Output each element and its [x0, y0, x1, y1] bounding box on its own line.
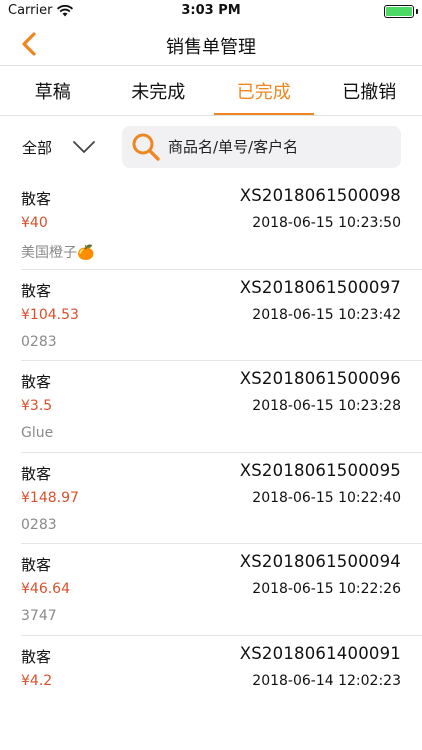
filter-selected-label: 全部	[22, 138, 53, 157]
filter-dropdown[interactable]: 全部	[14, 130, 102, 164]
tab-incomplete[interactable]: 未完成	[106, 66, 212, 115]
order-customer: 散客	[21, 464, 52, 483]
order-number: XS2018061500097	[239, 277, 401, 297]
order-row[interactable]: 散客 ¥104.53 0283 XS2018061500097 2018-06-…	[21, 270, 422, 361]
page-title: 销售单管理	[166, 37, 256, 58]
chevron-down-icon	[73, 141, 95, 153]
order-datetime: 2018-06-15 10:23:50	[252, 215, 401, 231]
order-row[interactable]: 散客 ¥3.5 Glue XS2018061500096 2018-06-15 …	[21, 361, 422, 453]
order-amount: ¥46.64	[21, 581, 70, 597]
order-row[interactable]: 散客 ¥46.64 3747 XS2018061500094 2018-06-1…	[21, 544, 422, 636]
order-note: 美国橙子🍊	[21, 245, 95, 261]
order-amount: ¥4.2	[21, 672, 53, 689]
status-time: 3:03 PM	[181, 3, 241, 18]
order-customer: 散客	[21, 373, 52, 391]
order-note: 3747	[21, 608, 57, 624]
filter-row: 全部	[0, 116, 422, 178]
order-note: Glue	[21, 425, 54, 441]
order-customer: 散客	[21, 190, 52, 208]
order-number: XS2018061400091	[239, 643, 401, 663]
order-number: XS2018061500096	[239, 369, 401, 388]
order-datetime: 2018-06-15 10:23:28	[252, 398, 401, 414]
order-amount: ¥40	[21, 215, 48, 231]
battery-icon	[384, 5, 414, 18]
nav-bar: 销售单管理	[0, 22, 422, 66]
order-note: 0283	[21, 333, 57, 350]
order-row[interactable]: 散客 ¥40 美国橙子🍊 XS2018061500098 2018-06-15 …	[21, 178, 422, 270]
order-note: 0283	[21, 516, 57, 533]
order-number: XS2018061500094	[239, 552, 401, 571]
order-amount: ¥148.97	[21, 489, 79, 506]
order-row[interactable]: 散客 ¥148.97 0283 XS2018061500095 2018-06-…	[21, 453, 422, 544]
search-icon[interactable]	[130, 131, 162, 163]
order-customer: 散客	[21, 556, 52, 574]
order-datetime: 2018-06-15 10:22:26	[252, 581, 401, 597]
order-number: XS2018061500095	[239, 460, 401, 480]
status-bar: Carrier 3:03 PM	[0, 0, 422, 22]
order-amount: ¥104.53	[21, 306, 79, 323]
order-list: 散客 ¥40 美国橙子🍊 XS2018061500098 2018-06-15 …	[0, 178, 422, 727]
tab-completed[interactable]: 已完成	[211, 66, 317, 115]
order-datetime: 2018-06-15 10:22:40	[252, 489, 401, 506]
battery-level	[386, 7, 412, 16]
order-number: XS2018061500098	[239, 186, 401, 205]
order-customer: 散客	[21, 281, 52, 300]
order-row[interactable]: 散客 ¥4.2 XS2018061400091 2018-06-14 12:02…	[21, 636, 422, 728]
tab-draft[interactable]: 草稿	[0, 66, 106, 115]
order-datetime: 2018-06-15 10:23:42	[252, 306, 401, 323]
search-input[interactable]	[168, 138, 388, 156]
search-box[interactable]	[122, 126, 401, 168]
battery-cap	[416, 9, 418, 14]
order-amount: ¥3.5	[21, 398, 53, 414]
status-tabs: 草稿 未完成 已完成 已撤销	[0, 66, 422, 116]
tab-cancelled[interactable]: 已撤销	[317, 66, 422, 115]
order-customer: 散客	[21, 647, 52, 666]
order-datetime: 2018-06-14 12:02:23	[252, 672, 401, 689]
